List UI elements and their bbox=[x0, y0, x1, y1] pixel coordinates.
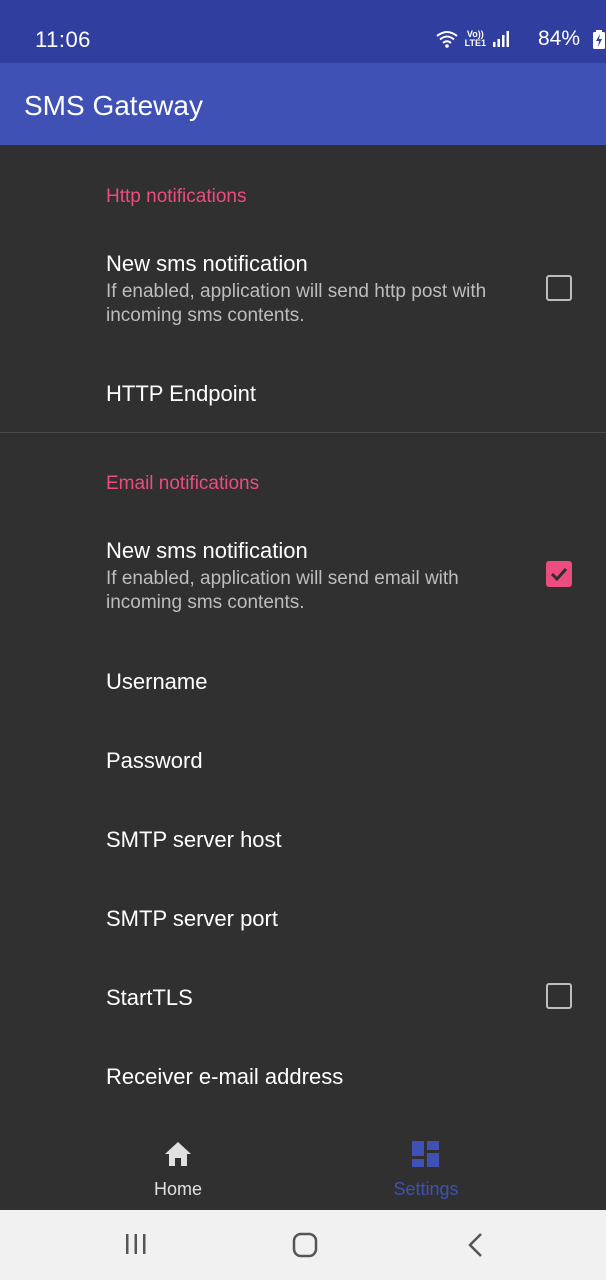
smtp-port-pref[interactable]: SMTP server port bbox=[106, 906, 278, 932]
battery-percent: 84% bbox=[537, 27, 580, 50]
receiver-email-pref[interactable]: Receiver e-mail address bbox=[106, 1064, 343, 1090]
home-icon bbox=[165, 1142, 191, 1166]
nav-home[interactable]: Home bbox=[108, 1140, 248, 1200]
http-section-header: Http notifications bbox=[106, 186, 247, 207]
volte-indicator: Vo)) LTE1 bbox=[465, 30, 486, 48]
recents-icon[interactable] bbox=[124, 1232, 148, 1256]
checkmark-icon bbox=[550, 567, 568, 582]
email-section-header: Email notifications bbox=[106, 473, 260, 494]
http-endpoint-pref[interactable]: HTTP Endpoint bbox=[106, 381, 256, 407]
nav-home-label: Home bbox=[153, 1179, 202, 1199]
nav-settings[interactable]: Settings bbox=[356, 1140, 496, 1200]
nav-settings-label: Settings bbox=[393, 1179, 459, 1199]
battery-charging-icon bbox=[593, 30, 605, 49]
http-new-sms-title: New sms notification bbox=[106, 251, 308, 276]
email-new-sms-summary: If enabled, application will send email … bbox=[106, 568, 459, 613]
http-new-sms-checkbox[interactable] bbox=[546, 275, 572, 301]
home-circle-icon[interactable] bbox=[292, 1232, 318, 1258]
starttls-checkbox[interactable] bbox=[546, 983, 572, 1009]
http-new-sms-summary: If enabled, application will send http p… bbox=[106, 281, 487, 326]
settings-list[interactable]: Http notifications New sms notification … bbox=[0, 145, 606, 1120]
status-time: 11:06 bbox=[35, 27, 91, 52]
app-bar: SMS Gateway bbox=[0, 63, 606, 145]
starttls-title: StartTLS bbox=[106, 985, 193, 1010]
lte-label: LTE1 bbox=[464, 38, 486, 48]
smtp-host-pref[interactable]: SMTP server host bbox=[106, 827, 282, 853]
bottom-navigation: Home Settings bbox=[0, 1120, 606, 1210]
username-pref[interactable]: Username bbox=[106, 669, 207, 695]
app-title: SMS Gateway bbox=[24, 90, 203, 121]
wifi-icon bbox=[436, 31, 458, 48]
email-new-sms-checkbox[interactable] bbox=[546, 561, 572, 587]
signal-icon bbox=[493, 31, 509, 47]
status-icons: Vo)) LTE1 84% bbox=[435, 25, 605, 53]
password-pref[interactable]: Password bbox=[106, 748, 203, 774]
section-divider bbox=[0, 432, 606, 433]
system-navigation-bar bbox=[0, 1210, 606, 1280]
status-bar: 11:06 Vo)) LTE1 84% bbox=[0, 0, 606, 63]
dashboard-icon bbox=[412, 1141, 439, 1167]
back-icon[interactable] bbox=[464, 1232, 488, 1258]
email-new-sms-title: New sms notification bbox=[106, 538, 308, 563]
